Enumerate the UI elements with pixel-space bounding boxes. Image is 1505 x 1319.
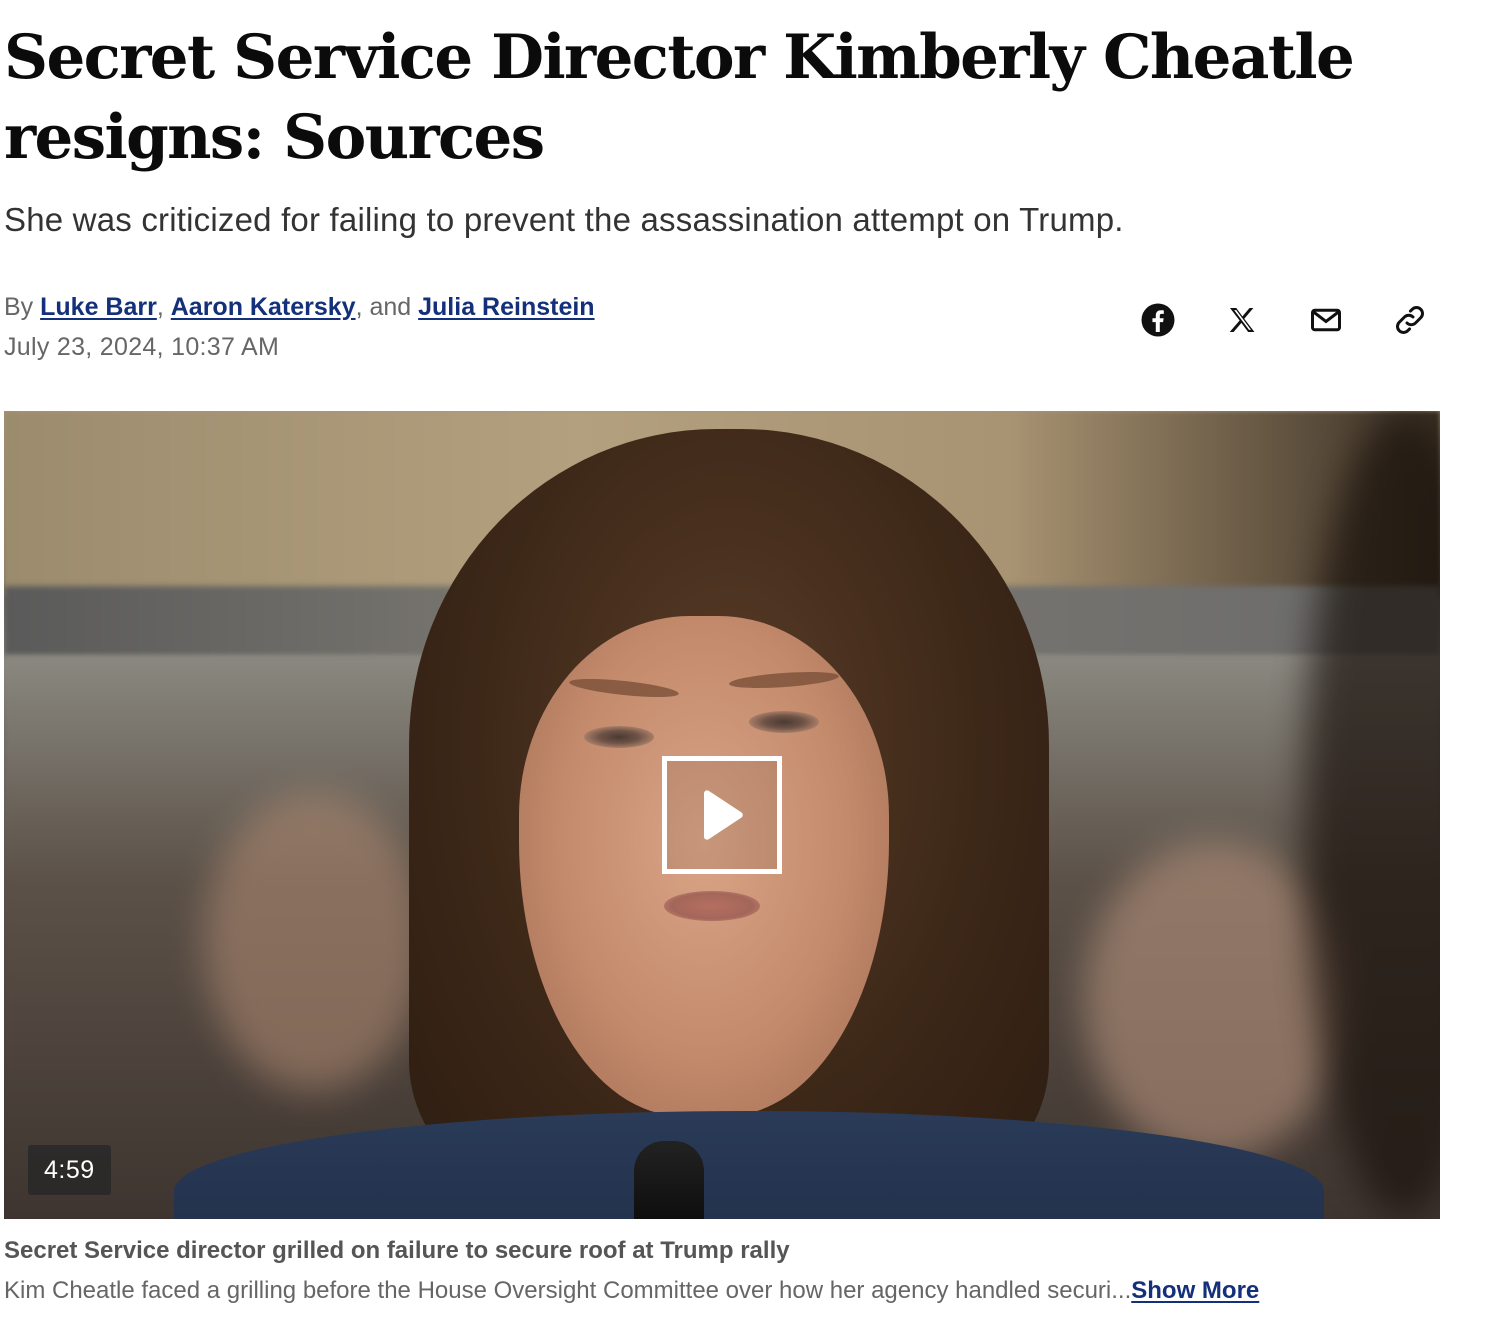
article-subheadline: She was criticized for failing to preven… <box>4 201 1124 238</box>
author-link-luke-barr[interactable]: Luke Barr <box>40 293 157 321</box>
email-icon <box>1311 308 1341 332</box>
play-icon <box>704 790 743 840</box>
x-icon <box>1229 308 1255 332</box>
show-more-link[interactable]: Show More <box>1131 1277 1259 1304</box>
author-link-aaron-katersky[interactable]: Aaron Katersky <box>171 293 356 321</box>
byline-separator: , and <box>355 293 419 321</box>
video-player[interactable]: 4:59 <box>4 411 1440 1219</box>
byline-separator: , <box>156 293 171 321</box>
publish-date: July 23, 2024, 10:37 AM <box>4 333 280 361</box>
play-button[interactable] <box>662 756 782 874</box>
caption-description-text: Kim Cheatle faced a grilling before the … <box>4 1277 1132 1304</box>
share-email-button[interactable] <box>1306 300 1346 340</box>
thumbnail-eye-left <box>584 726 654 748</box>
share-bar <box>1138 300 1430 340</box>
background-person-left <box>204 791 424 1091</box>
thumbnail-eye-right <box>749 711 819 733</box>
thumbnail-microphone <box>634 1141 704 1219</box>
thumbnail-lips <box>664 891 760 921</box>
byline-prefix: By <box>4 293 41 321</box>
article-headline: Secret Service Director Kimberly Cheatle… <box>4 22 1355 173</box>
byline: By Luke Barr, Aaron Katersky, and Julia … <box>4 290 595 324</box>
copy-link-button[interactable] <box>1390 300 1430 340</box>
author-link-julia-reinstein[interactable]: Julia Reinstein <box>418 293 594 321</box>
facebook-icon <box>1141 303 1175 337</box>
article-page: Secret Service Director Kimberly Cheatle… <box>0 0 1505 1319</box>
video-caption-description: Kim Cheatle faced a grilling before the … <box>4 1274 1444 1308</box>
video-duration-badge: 4:59 <box>28 1145 111 1195</box>
video-caption-title: Secret Service director grilled on failu… <box>4 1237 790 1264</box>
link-icon <box>1396 306 1424 334</box>
share-facebook-button[interactable] <box>1138 300 1178 340</box>
share-x-button[interactable] <box>1222 300 1262 340</box>
